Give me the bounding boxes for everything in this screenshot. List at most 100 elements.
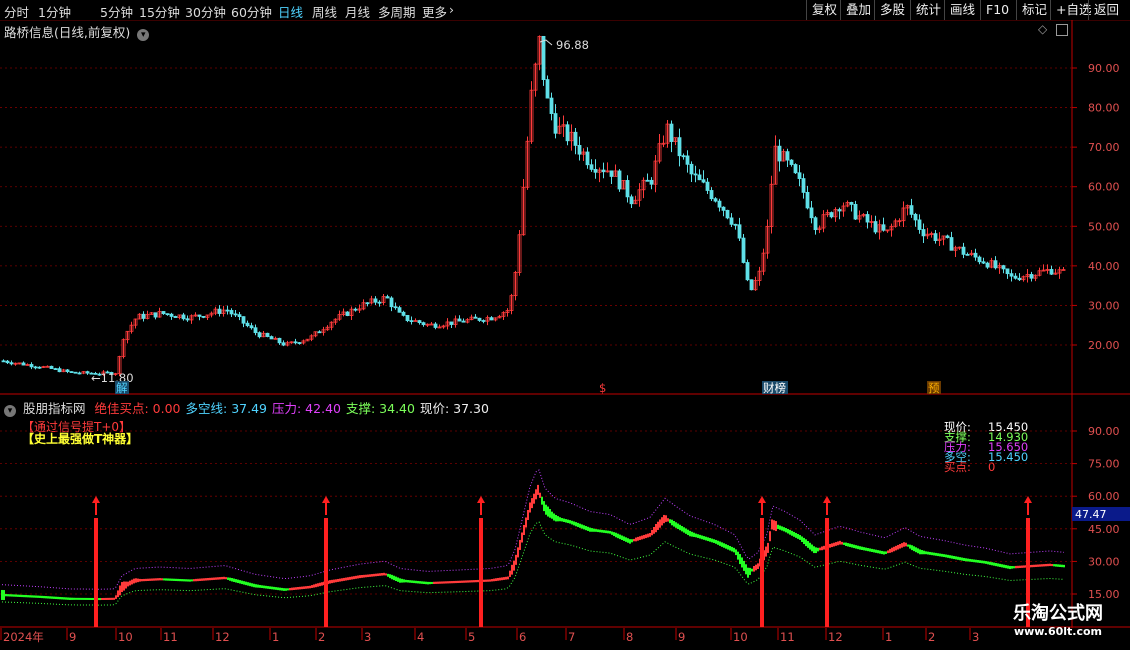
candle-body xyxy=(945,235,950,238)
candle-body xyxy=(625,180,630,198)
candle-body xyxy=(9,362,14,365)
candle-body xyxy=(577,145,582,155)
candle-body xyxy=(249,325,254,329)
candle-body xyxy=(733,223,738,226)
candle-body xyxy=(245,322,250,327)
candle-body xyxy=(965,253,970,256)
candle-body xyxy=(777,145,782,162)
candle-body xyxy=(977,256,982,263)
candle-body xyxy=(593,168,598,173)
time-label-17: 1 xyxy=(885,630,892,644)
candle-body xyxy=(409,320,414,323)
candle-body xyxy=(345,311,350,316)
candle-body xyxy=(169,313,174,317)
candle-body xyxy=(881,224,886,231)
candle-body xyxy=(21,362,26,366)
candle-body xyxy=(237,314,242,318)
watermark-title: 乐淘公式网 xyxy=(1013,603,1103,624)
candle-body xyxy=(1029,274,1034,279)
candle-body xyxy=(201,316,206,318)
candle-body xyxy=(393,306,398,309)
time-label-13: 9 xyxy=(678,630,685,644)
candle-body xyxy=(217,308,222,314)
candle-body xyxy=(617,170,622,190)
candle-body xyxy=(401,311,406,316)
ind-y-tick: 60.00 xyxy=(1088,490,1120,503)
time-label-8: 4 xyxy=(417,630,424,644)
candle-body xyxy=(29,364,34,368)
candle-body xyxy=(297,342,302,344)
candle-body xyxy=(553,113,558,134)
kline-chart[interactable]: 90.00 80.00 70.00 60.00 50.00 40.00 30.00 20.00… xyxy=(0,0,1130,650)
candle-body xyxy=(609,170,614,177)
candle-body xyxy=(865,214,870,223)
candle-body xyxy=(741,237,746,263)
candle-body xyxy=(805,191,810,209)
candle-body xyxy=(545,79,550,99)
candle-body xyxy=(745,262,750,281)
candle-body xyxy=(985,262,990,268)
candle-body xyxy=(973,252,978,258)
candle-body xyxy=(253,327,258,334)
candle-body xyxy=(921,229,926,237)
candle-body xyxy=(433,323,438,328)
ind-y-tick: 90.00 xyxy=(1088,425,1120,438)
candle-body xyxy=(173,316,178,318)
time-label-5: 1 xyxy=(272,630,279,644)
watermark-url: www.60lt.com xyxy=(1013,625,1103,638)
candle-body xyxy=(785,151,790,161)
ind-y-tick: 45.00 xyxy=(1088,523,1120,536)
candle-body xyxy=(837,209,842,212)
candle-body xyxy=(293,341,298,344)
candle-body xyxy=(225,309,230,312)
candle-body xyxy=(161,311,166,315)
candle-body xyxy=(589,164,594,170)
time-label-1: 9 xyxy=(69,630,76,644)
candle-body xyxy=(677,137,682,157)
candle-body xyxy=(549,97,554,114)
candle-body xyxy=(1001,265,1006,270)
time-label-3: 11 xyxy=(163,630,178,644)
candle-body xyxy=(37,366,42,369)
main-y-tick: 40.00 xyxy=(1088,260,1120,273)
candle-body xyxy=(697,174,702,181)
candle-body xyxy=(377,301,382,304)
candle-body xyxy=(181,314,186,320)
candle-body xyxy=(185,318,190,321)
time-label-6: 2 xyxy=(318,630,325,644)
time-label-9: 5 xyxy=(468,630,475,644)
candle-body xyxy=(53,368,58,370)
candle-body xyxy=(457,318,462,322)
candle-body xyxy=(729,217,734,225)
candle-body xyxy=(1005,268,1010,275)
candle-body xyxy=(317,331,322,334)
candle-body xyxy=(1049,269,1054,275)
candle-body xyxy=(473,316,478,319)
buy-arrow-icon xyxy=(477,496,485,503)
candle-body xyxy=(849,202,854,205)
candle-body xyxy=(797,172,802,179)
candle-body xyxy=(737,224,742,239)
candle-body xyxy=(801,178,806,193)
main-y-tick: 80.00 xyxy=(1088,102,1120,115)
candle-body xyxy=(153,312,158,318)
ind-y-tick: 75.00 xyxy=(1088,458,1120,471)
time-label-19: 3 xyxy=(972,630,979,644)
candle-body xyxy=(681,155,686,158)
main-y-tick: 20.00 xyxy=(1088,339,1120,352)
candle-body xyxy=(421,322,426,326)
time-label-12: 8 xyxy=(626,630,633,644)
ind-y-tick: 30.00 xyxy=(1088,555,1120,568)
buy-arrow-icon xyxy=(322,496,330,503)
candle-body xyxy=(1017,277,1022,281)
candle-body xyxy=(353,308,358,311)
buy-spike-2 xyxy=(479,518,483,627)
candle-body xyxy=(65,369,70,372)
candle-body xyxy=(565,124,570,142)
candle-body xyxy=(77,372,82,375)
candle-body xyxy=(85,371,90,374)
candle-body xyxy=(573,131,578,146)
time-label-11: 7 xyxy=(568,630,575,644)
candle-body xyxy=(5,360,10,364)
time-label-4: 12 xyxy=(215,630,230,644)
